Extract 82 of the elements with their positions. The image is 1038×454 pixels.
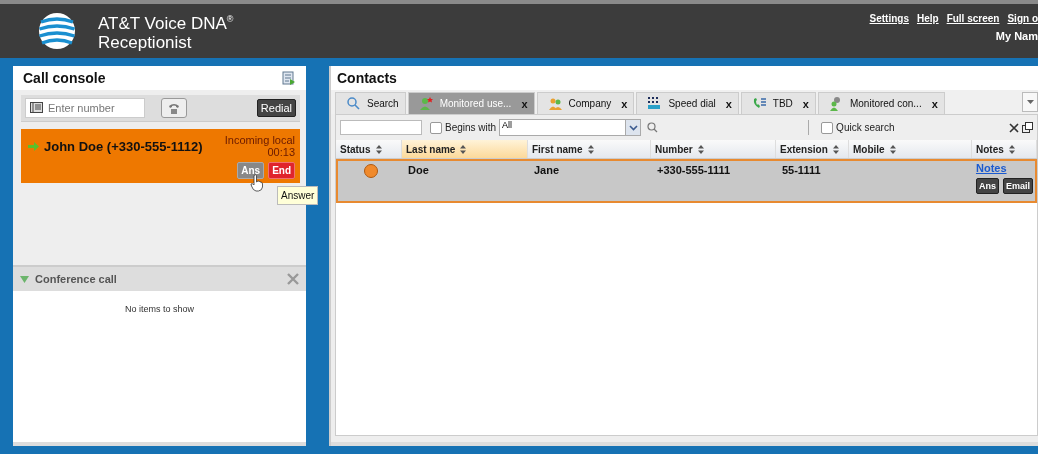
person-star-icon [418,96,434,111]
panel-title: Call console [23,70,106,86]
tab-label: Monitored con... [849,98,922,109]
header-link[interactable]: Settings [869,13,909,24]
globe-logo-icon [38,12,76,50]
call-status: Incoming local [224,134,296,146]
notes-link[interactable]: Notes [975,162,1007,174]
arrow-right-icon [28,141,39,151]
sort-arrows-icon [832,144,839,154]
tab[interactable]: Company x [536,92,635,114]
caret-down-icon [1026,100,1034,104]
tab[interactable]: Monitored use... x [407,92,535,114]
tab-label: Monitored use... [439,98,512,109]
table-cell-text: +330-555-1111 [655,163,732,178]
tab-close-button[interactable]: x [521,97,528,110]
redial-button[interactable]: Redial [256,99,297,117]
tab[interactable]: TBD x [740,92,816,114]
chevron-down-icon [628,124,638,131]
tab-label: Speed dial [668,98,716,109]
tab-label: TBD [772,98,793,109]
caller-name: John Doe (+330-555-1112) [44,138,203,154]
tab-menu-button[interactable] [1022,92,1038,112]
tab-close-button[interactable]: x [931,97,938,110]
checkbox[interactable] [821,121,834,134]
column-header[interactable]: Last name [401,140,528,158]
search-field[interactable] [339,120,422,135]
table-cell-text: Doe [406,163,430,178]
header-link[interactable]: Full screen [946,13,1000,24]
sort-arrows-icon [889,144,896,154]
table-row[interactable]: Doe Jane +330-555-1111 55-1111 Notes Ans Email [335,159,1037,203]
number-field[interactable]: Enter number [25,98,145,118]
people-icon [547,96,563,111]
end-call-button[interactable]: End [268,162,296,179]
tab-label: Company [568,98,612,109]
column-header[interactable]: Notes [971,140,1037,158]
dial-button[interactable] [161,98,187,118]
column-header[interactable]: Number [650,140,776,158]
column-header[interactable]: Status [335,140,402,158]
column-header[interactable]: Mobile [848,140,972,158]
tab[interactable]: Speed dial x [636,92,739,114]
user-name: My Nam [994,30,1038,42]
sort-arrows-icon [1008,144,1015,154]
table-cell-text: 55-1111 [780,163,822,178]
search-icon[interactable] [647,122,659,133]
sort-arrows-icon [697,144,704,154]
sort-arrows-icon [375,144,382,154]
table-cell-text: Jane [532,163,561,178]
header-link[interactable]: Sign o [1007,13,1038,24]
tab-close-button[interactable]: x [802,97,809,110]
call-timer: 00:13 [266,146,296,158]
notes-icon [282,71,297,85]
tab-close-button[interactable]: x [725,97,732,110]
checkbox-label: Quick search [836,122,895,133]
popout-icon[interactable] [1022,122,1033,133]
header-link[interactable]: Help [916,13,939,24]
tab-label: Search [366,98,399,109]
answer-button[interactable]: Ans [975,178,999,194]
column-header[interactable]: Extension [775,140,849,158]
search-icon [345,96,361,111]
close-icon[interactable] [1009,122,1019,133]
empty-message: No items to show [124,304,196,314]
phone-list-icon [751,96,767,111]
section-title: Conference call [35,273,117,285]
phone-icon [167,101,181,115]
sort-arrows-icon [587,144,594,154]
section-header[interactable]: Conference call [13,265,307,291]
column-header[interactable]: First name [527,140,651,158]
checkbox-label: Begins with [444,122,497,133]
hand-cursor-icon [250,174,265,192]
app-title: AT&T Voice DNA$^{®}$ [98,12,234,33]
checkbox[interactable] [429,121,442,134]
tab[interactable]: Search [334,92,406,114]
tab-close-button[interactable]: x [621,97,628,110]
keypad-icon [647,96,663,111]
panel-title: Contacts [336,70,397,86]
email-button[interactable]: Email [1003,178,1033,194]
sort-arrows-icon [460,144,467,154]
tab[interactable]: Monitored con... x [817,92,945,114]
phone-book-icon [30,102,43,113]
app-subtitle: Receptionist [98,32,193,52]
tooltip: Answer [277,186,319,205]
scope-dropdown[interactable]: All [499,119,642,136]
